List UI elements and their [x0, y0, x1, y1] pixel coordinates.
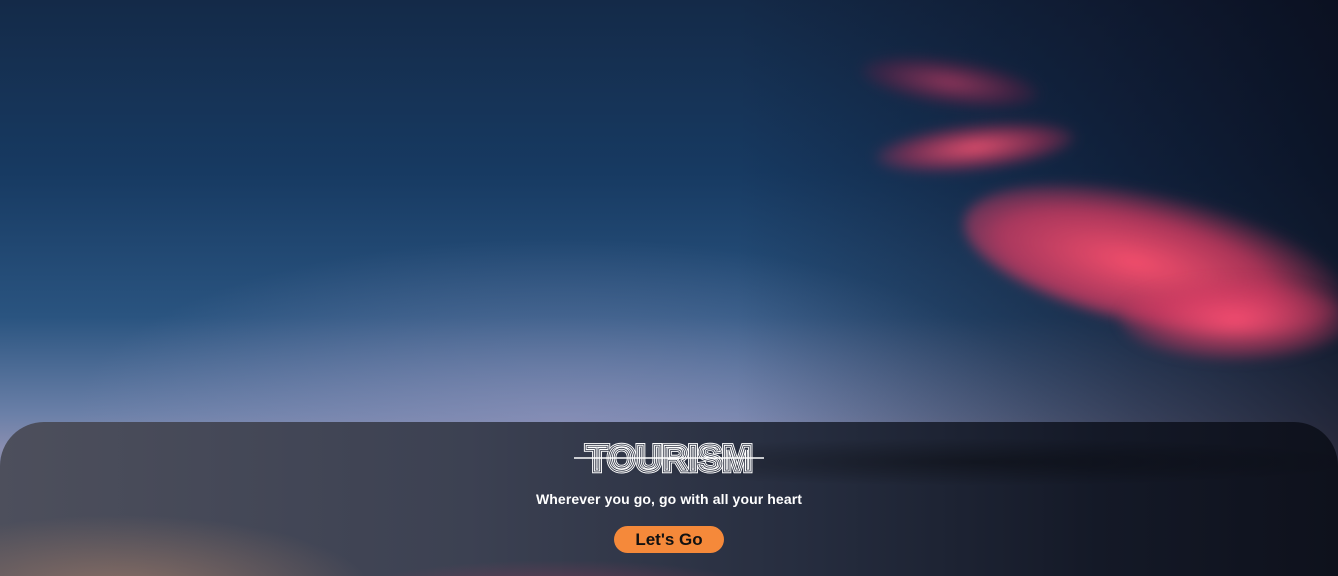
cloud: [1120, 280, 1338, 360]
logo: TOURISM TOURISM TOURISM: [0, 440, 1338, 478]
panel-content: TOURISM TOURISM TOURISM Wherever you go,…: [0, 422, 1338, 553]
logo-wordmark: TOURISM TOURISM TOURISM: [574, 440, 764, 478]
tagline: Wherever you go, go with all your heart: [535, 491, 803, 507]
logo-text-inner: TOURISM: [586, 440, 752, 478]
hero-panel: TOURISM TOURISM TOURISM Wherever you go,…: [0, 422, 1338, 576]
lets-go-button[interactable]: Let's Go: [614, 526, 724, 553]
hero-section: TOURISM TOURISM TOURISM Wherever you go,…: [0, 0, 1338, 576]
